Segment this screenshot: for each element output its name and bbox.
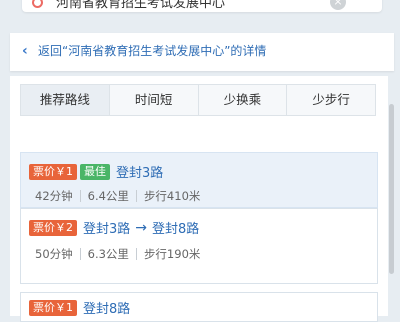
best-badge: 最佳	[80, 163, 110, 180]
transfer-arrow-icon: →	[135, 219, 148, 236]
route-duration: 50分钟	[35, 247, 73, 261]
route-walk: 步行410米	[143, 189, 201, 203]
route-title: 票价￥2 登封3路 → 登封8路	[29, 218, 199, 237]
tab-less-walking[interactable]: 少步行	[286, 85, 375, 115]
divider	[79, 248, 81, 260]
route-card[interactable]: 票价￥1 登封8路	[20, 292, 378, 322]
back-to-details-link[interactable]: ‹ 返回“河南省教育招生考试发展中心”的详情	[10, 33, 394, 71]
route-title: 票价￥1 最佳 登封3路	[29, 162, 163, 181]
back-to-details-text[interactable]: 返回“河南省教育招生考试发展中心”的详情	[38, 44, 266, 58]
route-distance: 6.3公里	[87, 247, 129, 261]
bus-line[interactable]: 登封8路	[152, 218, 199, 237]
route-walk: 步行190米	[143, 247, 201, 261]
divider	[79, 190, 81, 202]
tab-shortest-time[interactable]: 时间短	[108, 85, 198, 115]
divider	[135, 190, 137, 202]
route-duration: 42分钟	[35, 189, 73, 203]
bus-line[interactable]: 登封3路	[83, 218, 130, 237]
route-distance: 6.4公里	[87, 189, 129, 203]
destination-text[interactable]: 河南省教育招生考试发展中心	[56, 0, 225, 11]
bus-line[interactable]: 登封8路	[83, 298, 130, 317]
route-meta: 50分钟 6.3公里 步行190米	[35, 246, 200, 262]
scrollbar[interactable]	[389, 104, 394, 274]
tab-fewer-transfers[interactable]: 少换乘	[197, 85, 287, 115]
divider	[135, 248, 137, 260]
route-card[interactable]: 票价￥1 最佳 登封3路 42分钟 6.4公里 步行410米	[20, 152, 378, 208]
price-badge: 票价￥1	[29, 299, 77, 316]
bus-line[interactable]: 登封3路	[116, 162, 163, 181]
chevron-left-icon[interactable]: ‹	[22, 44, 28, 58]
route-title: 票价￥1 登封8路	[29, 298, 130, 317]
route-panel: 推荐路线 时间短 少换乘 少步行 票价￥1 最佳 登封3路 42分钟 6.4公里…	[10, 76, 388, 322]
price-badge: 票价￥1	[29, 163, 77, 180]
tab-recommended[interactable]: 推荐路线	[21, 85, 109, 115]
route-meta: 42分钟 6.4公里 步行410米	[35, 188, 200, 204]
route-sort-tabs: 推荐路线 时间短 少换乘 少步行	[20, 84, 376, 116]
price-badge: 票价￥2	[29, 219, 77, 236]
route-card[interactable]: 票价￥2 登封3路 → 登封8路 50分钟 6.3公里 步行190米	[20, 208, 378, 284]
